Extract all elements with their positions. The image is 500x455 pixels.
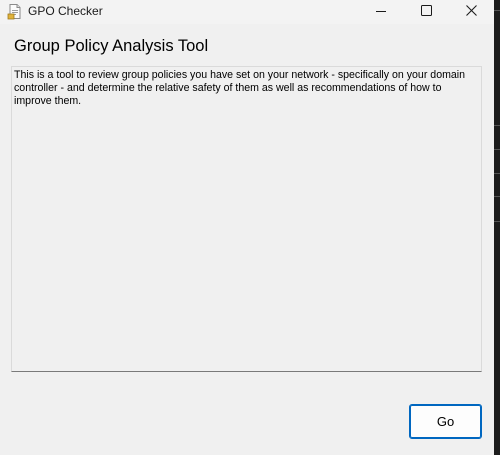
desktop-line bbox=[494, 196, 500, 197]
page-title: Group Policy Analysis Tool bbox=[14, 37, 209, 55]
title-bar[interactable]: GPO Checker bbox=[0, 0, 494, 24]
go-button[interactable]: Go bbox=[409, 404, 482, 439]
window-title: GPO Checker bbox=[28, 4, 103, 18]
minimize-button[interactable] bbox=[358, 0, 404, 24]
close-button[interactable] bbox=[448, 0, 494, 24]
desktop-line bbox=[494, 149, 500, 150]
description-textbox[interactable]: This is a tool to review group policies … bbox=[11, 66, 482, 372]
desktop-background bbox=[494, 0, 500, 455]
desktop-line bbox=[494, 221, 500, 222]
app-window: GPO Checker Group Policy Analysis Tool T… bbox=[0, 0, 494, 455]
desktop-line bbox=[494, 125, 500, 126]
maximize-button[interactable] bbox=[403, 0, 449, 24]
document-app-icon bbox=[7, 3, 23, 20]
desktop-line bbox=[494, 173, 500, 174]
maximize-icon bbox=[420, 3, 432, 21]
desktop-line bbox=[494, 10, 500, 11]
minimize-icon bbox=[376, 3, 386, 21]
close-icon bbox=[465, 3, 477, 21]
